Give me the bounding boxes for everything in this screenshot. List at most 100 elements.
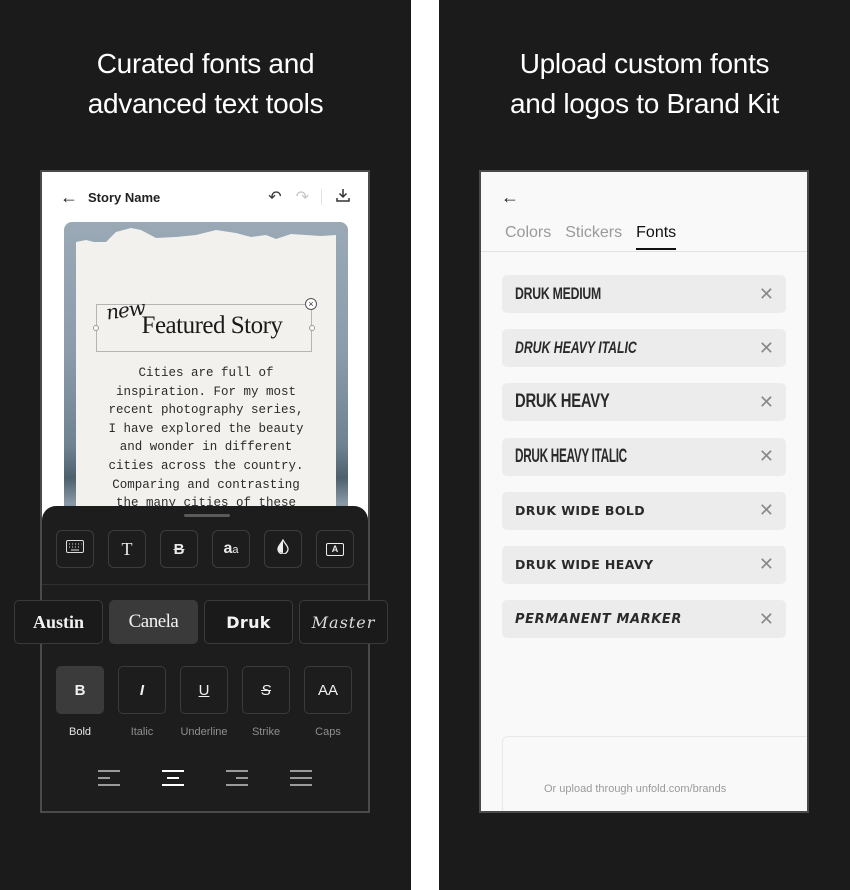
upload-area[interactable]: Or upload through unfold.com/brands (502, 736, 807, 811)
story-canvas[interactable]: × new Featured Story Cities are full of … (64, 222, 348, 542)
text-style-row: B Bold I Italic U Underline S Strike AA … (56, 666, 352, 738)
back-arrow-icon[interactable]: ← (501, 187, 519, 208)
torn-edge (76, 228, 336, 262)
body-line: cities across the country. (108, 458, 304, 473)
sheet-drag-handle[interactable] (184, 514, 230, 517)
undo-icon[interactable]: ↶ (268, 187, 281, 207)
font-name: DRUK WIDE HEAVY (515, 557, 654, 573)
italic-icon: I (139, 681, 145, 699)
color-button[interactable] (264, 530, 302, 568)
underline-icon: U (198, 681, 210, 699)
keyboard-icon (66, 540, 84, 558)
align-center-button[interactable] (162, 768, 184, 788)
font-list-item[interactable]: PERMANENT MARKER ✕ (502, 600, 786, 639)
style-caps: AA Caps (304, 666, 352, 738)
color-drop-icon (277, 538, 289, 559)
font-list-item[interactable]: DRUK MEDIUM ✕ (502, 275, 786, 313)
body-line: Comparing and contrasting (112, 477, 300, 492)
body-line: and wonder in different (119, 440, 293, 455)
story-name[interactable]: Story Name (88, 190, 254, 205)
tab-fonts[interactable]: Fonts (636, 224, 677, 250)
resize-handle-left[interactable] (93, 325, 99, 331)
underline-label: Underline (180, 726, 228, 738)
bold-button[interactable]: B (56, 666, 104, 714)
caps-label: Caps (315, 726, 341, 738)
style-strike: S Strike (242, 666, 290, 738)
body-line: I have explored the beauty (108, 421, 304, 436)
align-justify-button[interactable] (290, 768, 312, 788)
text-tool-row: T B aa A (56, 530, 354, 568)
torn-paper-background: × new Featured Story Cities are full of … (76, 228, 336, 542)
font-name: DRUK MEDIUM (515, 284, 602, 303)
text-button[interactable]: T (108, 530, 146, 568)
body-line: inspiration. For my most (115, 384, 297, 399)
editor-top-bar: ← Story Name ↶ ↷ (42, 172, 368, 222)
font-list-item[interactable]: DRUK WIDE HEAVY ✕ (502, 545, 786, 584)
font-chip-druk[interactable]: Druk (204, 600, 293, 644)
text-icon: T (121, 538, 133, 559)
delete-text-icon[interactable]: × (305, 298, 317, 310)
strike-button[interactable]: S (242, 666, 290, 714)
text-style-icon: B (173, 540, 185, 558)
font-chip-canela[interactable]: Canela (109, 600, 198, 644)
font-name: DRUK WIDE BOLD (515, 503, 645, 519)
underline-button[interactable]: U (180, 666, 228, 714)
left-headline: Curated fonts and advanced text tools (0, 44, 411, 124)
toolbar-separator (321, 189, 322, 205)
font-list-item[interactable]: DRUK HEAVY ITALIC ✕ (502, 437, 786, 476)
font-list-item[interactable]: DRUK HEAVY ✕ (502, 383, 786, 422)
redo-icon[interactable]: ↷ (296, 187, 309, 207)
story-editor-screen: ← Story Name ↶ ↷ × new Featured Story Ci… (40, 170, 370, 813)
font-chip-label: Druk (226, 612, 271, 632)
bold-icon: B (74, 681, 86, 699)
font-chip-master[interactable]: Master (299, 600, 388, 644)
uploaded-fonts-list: DRUK MEDIUM ✕ DRUK HEAVY ITALIC ✕ DRUK H… (502, 275, 786, 654)
upload-hint: Or upload through unfold.com/brands (544, 783, 727, 795)
alignment-row (98, 768, 312, 788)
font-name: PERMANENT MARKER (515, 611, 683, 627)
font-name: DRUK HEAVY ITALIC (515, 445, 627, 467)
remove-font-icon[interactable]: ✕ (759, 554, 774, 575)
brand-kit-tabs: Colors Stickers Fonts (505, 224, 677, 250)
body-line: recent photography series, (108, 403, 304, 418)
right-headline-line-1: Upload custom fonts (519, 48, 770, 79)
left-headline-line-2: advanced text tools (87, 88, 324, 119)
tab-divider (481, 251, 807, 252)
download-icon[interactable] (336, 188, 350, 207)
remove-font-icon[interactable]: ✕ (759, 284, 774, 305)
caps-button[interactable]: AA (304, 666, 352, 714)
back-arrow-icon[interactable]: ← (60, 187, 86, 208)
keyboard-button[interactable] (56, 530, 94, 568)
font-chip-austin[interactable]: Austin (14, 600, 103, 644)
text-background-button[interactable]: A (316, 530, 354, 568)
strike-label: Strike (251, 726, 281, 738)
font-list-item[interactable]: DRUK HEAVY ITALIC ✕ (502, 329, 786, 368)
remove-font-icon[interactable]: ✕ (759, 338, 774, 359)
align-left-button[interactable] (98, 768, 120, 788)
strike-icon: S (260, 681, 271, 699)
font-list-item[interactable]: DRUK WIDE BOLD ✕ (502, 491, 786, 530)
right-headline: Upload custom fonts and logos to Brand K… (439, 44, 850, 124)
tab-colors[interactable]: Colors (505, 224, 551, 250)
font-size-button[interactable]: aa (212, 530, 250, 568)
remove-font-icon[interactable]: ✕ (759, 609, 774, 630)
font-name: DRUK HEAVY (515, 391, 610, 413)
story-title[interactable]: Featured Story (104, 312, 320, 340)
tab-stickers[interactable]: Stickers (565, 224, 622, 250)
font-chip-label: Master (311, 612, 376, 632)
brand-kit-screen: ← Colors Stickers Fonts DRUK MEDIUM ✕ DR… (479, 170, 809, 813)
remove-font-icon[interactable]: ✕ (759, 446, 774, 467)
remove-font-icon[interactable]: ✕ (759, 500, 774, 521)
italic-button[interactable]: I (118, 666, 166, 714)
align-right-button[interactable] (226, 768, 248, 788)
style-underline: U Underline (180, 666, 228, 738)
story-body[interactable]: Cities are full of inspiration. For my m… (84, 364, 328, 513)
remove-font-icon[interactable]: ✕ (759, 392, 774, 413)
font-size-icon: aa (223, 540, 239, 557)
bold-label: Bold (68, 726, 92, 738)
style-italic: I Italic (118, 666, 166, 738)
font-name: DRUK HEAVY ITALIC (515, 338, 637, 358)
text-style-button[interactable]: B (160, 530, 198, 568)
body-line: Cities are full of (138, 366, 274, 380)
style-bold: B Bold (56, 666, 104, 738)
